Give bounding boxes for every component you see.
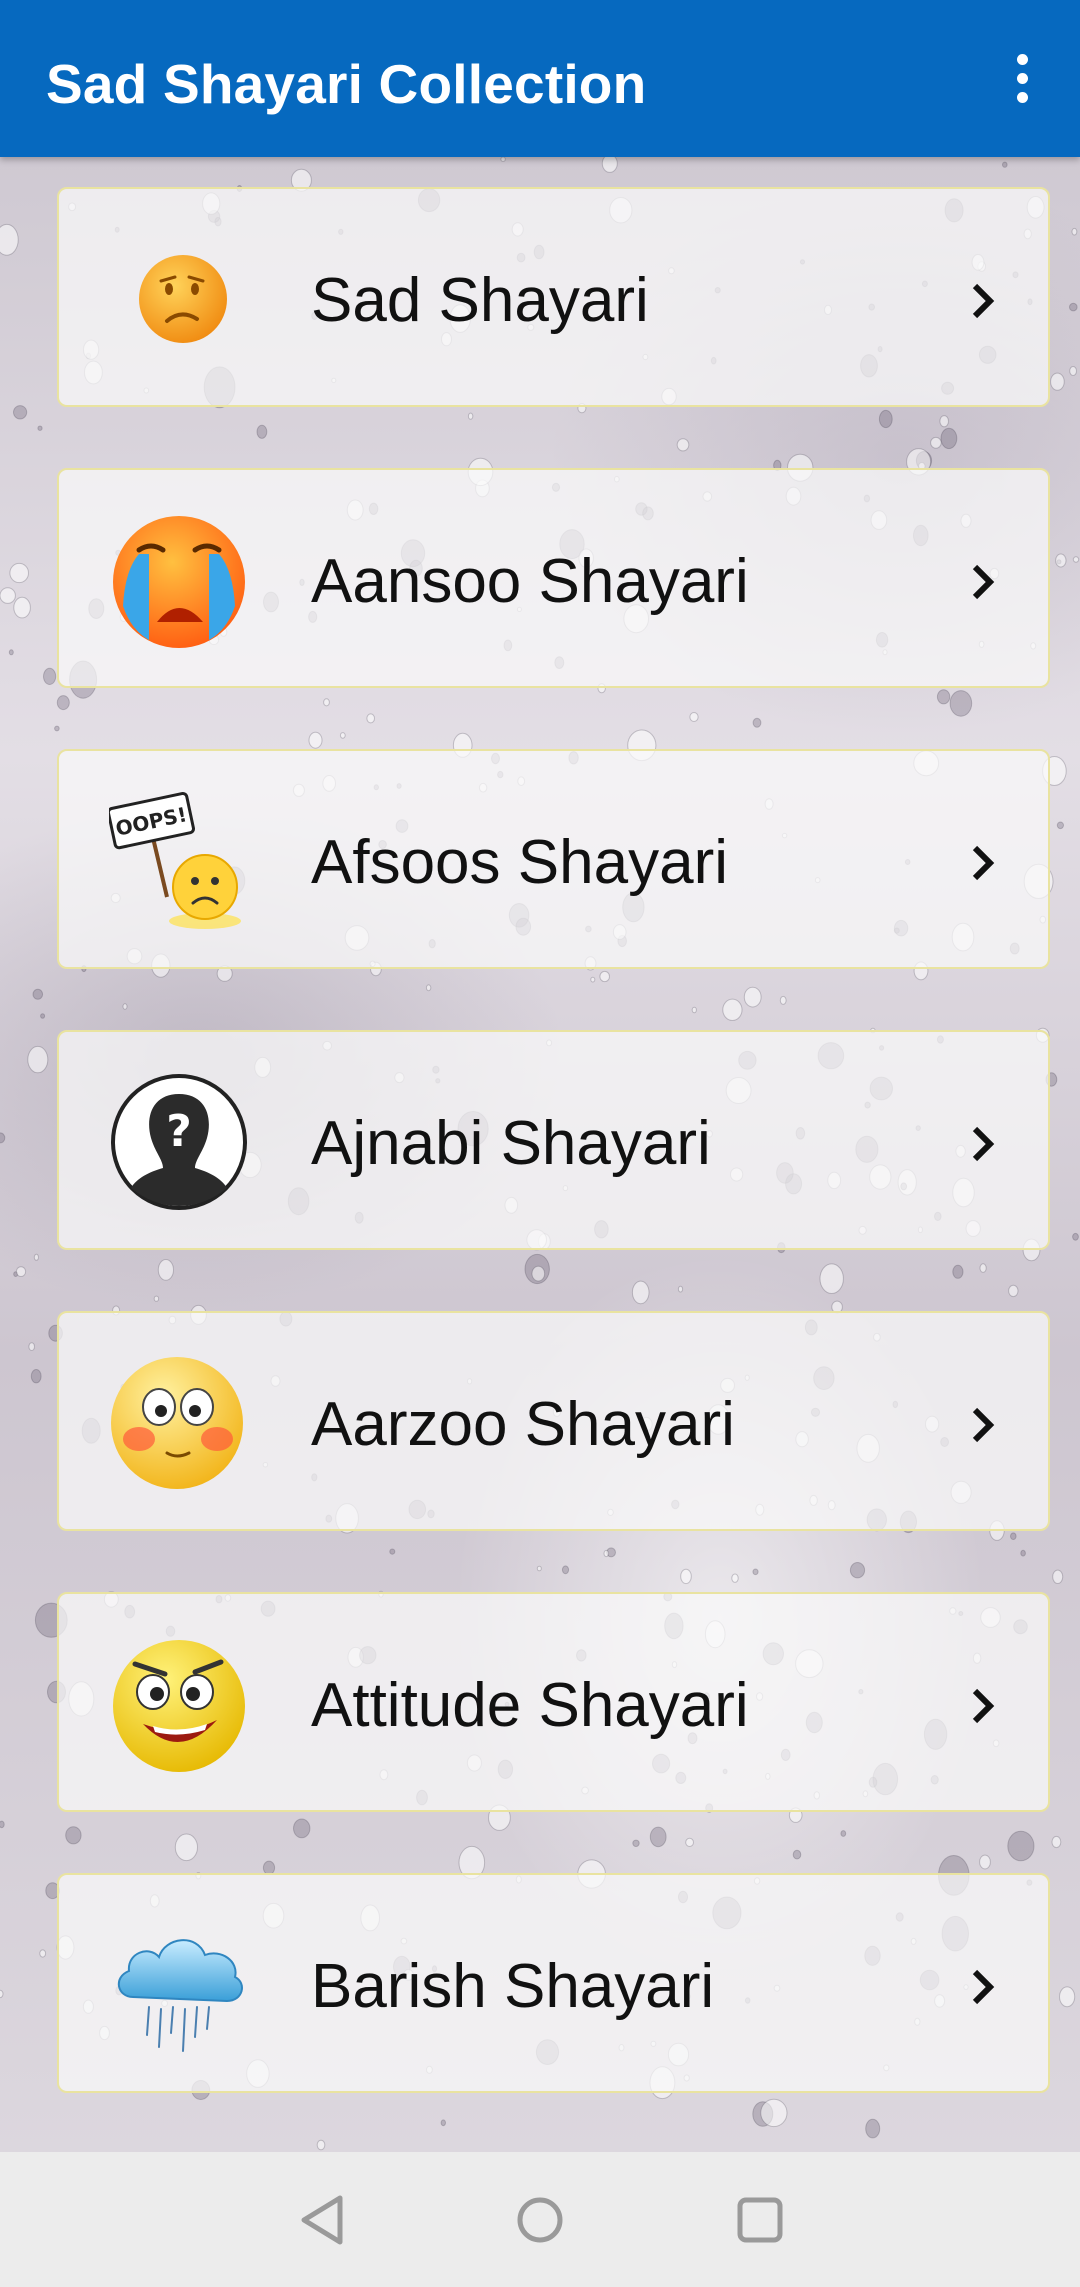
chevron-right-icon <box>972 283 995 319</box>
home-circle-icon[interactable] <box>502 2182 578 2258</box>
category-label: Afsoos Shayari <box>311 828 728 897</box>
system-nav-bar <box>0 2152 1080 2287</box>
chevron-right-icon <box>972 1969 995 2005</box>
category-card-barish[interactable]: Barish Shayari <box>57 1873 1050 2093</box>
attitude-emoji-icon <box>113 1640 245 1772</box>
chevron-right-icon <box>972 564 995 600</box>
app-bar: Sad Shayari Collection <box>0 0 1080 157</box>
category-card-afsoos[interactable]: OOPS! Afsoos Shayari <box>57 749 1050 969</box>
category-label: Sad Shayari <box>311 266 649 335</box>
blushing-emoji-icon <box>111 1357 243 1489</box>
category-label: Aarzoo Shayari <box>311 1390 735 1459</box>
category-card-sad[interactable]: Sad Shayari <box>57 187 1050 407</box>
crying-emoji-icon <box>113 516 245 648</box>
recents-square-icon[interactable] <box>722 2182 798 2258</box>
oops-sign-emoji-icon: OOPS! <box>109 791 241 929</box>
more-vert-icon[interactable] <box>990 46 1054 110</box>
category-list[interactable]: Sad Shayari Aansoo Shayari OOPS! Afsoos … <box>0 157 1080 2152</box>
chevron-right-icon <box>972 845 995 881</box>
svg-text:?: ? <box>166 1106 192 1157</box>
category-label: Attitude Shayari <box>311 1671 749 1740</box>
chevron-right-icon <box>972 1688 995 1724</box>
category-label: Aansoo Shayari <box>311 547 749 616</box>
category-label: Ajnabi Shayari <box>311 1109 711 1178</box>
unknown-person-icon: ? <box>111 1074 247 1210</box>
back-triangle-icon[interactable] <box>284 2182 360 2258</box>
sad-emoji-icon <box>139 255 227 343</box>
category-label: Barish Shayari <box>311 1952 715 2021</box>
app-title: Sad Shayari Collection <box>46 53 647 115</box>
category-card-aarzoo[interactable]: Aarzoo Shayari <box>57 1311 1050 1531</box>
rain-cloud-icon <box>118 1939 243 2052</box>
category-card-aansoo[interactable]: Aansoo Shayari <box>57 468 1050 688</box>
chevron-right-icon <box>972 1407 995 1443</box>
category-card-ajnabi[interactable]: ? Ajnabi Shayari <box>57 1030 1050 1250</box>
category-card-attitude[interactable]: Attitude Shayari <box>57 1592 1050 1812</box>
chevron-right-icon <box>972 1126 995 1162</box>
